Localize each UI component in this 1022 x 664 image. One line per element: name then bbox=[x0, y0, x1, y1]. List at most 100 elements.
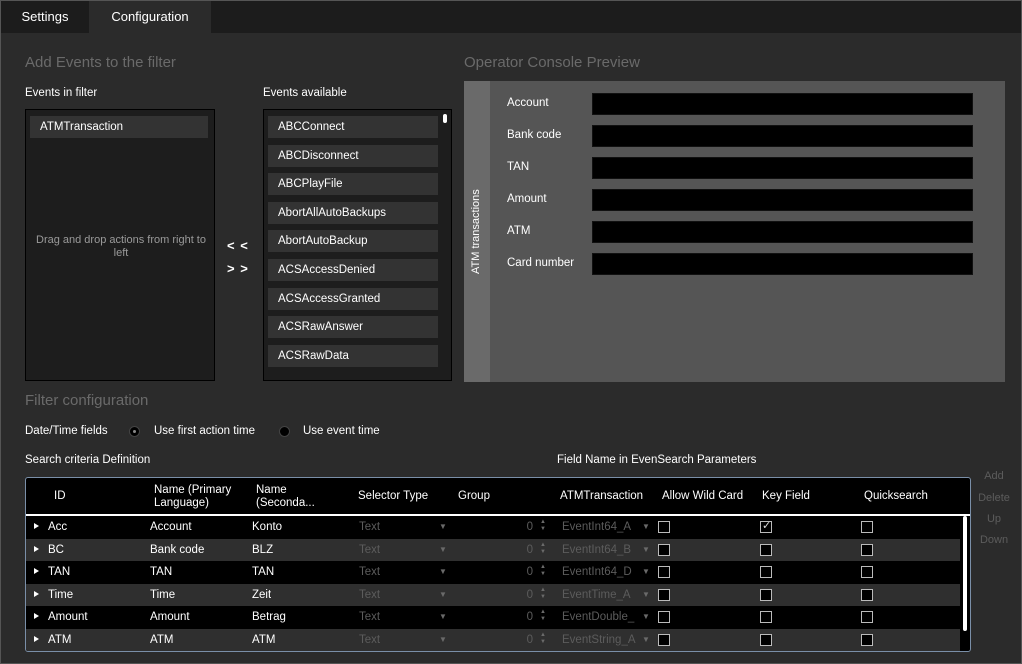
cell-selector-type[interactable]: Text bbox=[359, 539, 380, 561]
chevron-down-icon[interactable]: ▼ bbox=[439, 629, 447, 651]
cell-name-primary[interactable]: Time bbox=[150, 584, 175, 606]
cell-name-secondary[interactable]: Konto bbox=[252, 516, 282, 538]
table-row[interactable]: Time Time Zeit Text ▼ 0 ▲ ▼ EventTime_A ▼ bbox=[26, 583, 960, 606]
cell-group[interactable]: 0 bbox=[523, 539, 533, 561]
cell-atm-transaction[interactable]: EventInt64_B bbox=[562, 539, 640, 561]
stepper-icon[interactable]: ▲ ▼ bbox=[540, 542, 546, 556]
cell-selector-type[interactable]: Text bbox=[359, 606, 380, 628]
list-item[interactable]: ABCConnect bbox=[268, 116, 438, 138]
cell-atm-transaction[interactable]: EventInt64_D bbox=[562, 561, 640, 583]
list-item[interactable]: AbortAllAutoBackups bbox=[268, 201, 438, 224]
stepper-icon[interactable]: ▲ ▼ bbox=[540, 564, 546, 578]
chevron-down-icon[interactable]: ▼ bbox=[439, 584, 447, 606]
column-quicksearch[interactable]: Quicksearch bbox=[864, 490, 928, 503]
chevron-down-icon[interactable]: ▼ bbox=[642, 516, 650, 538]
atm-transactions-tab[interactable]: ATM transactions bbox=[464, 81, 490, 382]
expand-row-icon[interactable] bbox=[34, 590, 39, 597]
grid-scrollbar[interactable] bbox=[962, 516, 968, 634]
quicksearch-checkbox[interactable] bbox=[861, 611, 873, 623]
expand-row-icon[interactable] bbox=[34, 545, 39, 552]
cell-name-primary[interactable]: Amount bbox=[150, 606, 190, 628]
preview-field-input[interactable] bbox=[592, 125, 973, 147]
column-name-secondary[interactable]: Name (Seconda... bbox=[256, 484, 326, 510]
allow-wild-card-checkbox[interactable] bbox=[658, 611, 670, 623]
chevron-down-icon[interactable]: ▼ bbox=[439, 516, 447, 538]
column-atm-transaction[interactable]: ATMTransaction bbox=[560, 490, 643, 503]
preview-field-input[interactable] bbox=[592, 221, 973, 243]
column-key-field[interactable]: Key Field bbox=[762, 490, 810, 503]
list-item[interactable]: ATMTransaction bbox=[30, 116, 208, 138]
cell-group[interactable]: 0 bbox=[523, 561, 533, 583]
chevron-down-icon[interactable]: ▼ bbox=[642, 629, 650, 651]
list-item[interactable]: ACSAccessGranted bbox=[268, 287, 438, 310]
preview-field-input[interactable] bbox=[592, 157, 973, 179]
up-button[interactable]: Up bbox=[973, 513, 1015, 525]
cell-atm-transaction[interactable]: EventString_A bbox=[562, 629, 640, 651]
cell-atm-transaction[interactable]: EventTime_A bbox=[562, 584, 640, 606]
events-available-list[interactable]: ABCConnect ABCDisconnect ABCPlayFile AbortA… bbox=[263, 109, 452, 381]
column-allow-wild-card[interactable]: Allow Wild Card bbox=[662, 490, 743, 503]
quicksearch-checkbox[interactable] bbox=[861, 566, 873, 578]
cell-name-secondary[interactable]: ATM bbox=[252, 629, 275, 651]
radio-first-action-time[interactable] bbox=[129, 426, 140, 437]
key-field-checkbox[interactable] bbox=[760, 611, 772, 623]
list-scrollbar[interactable] bbox=[443, 114, 447, 123]
expand-row-icon[interactable] bbox=[34, 523, 39, 529]
quicksearch-checkbox[interactable] bbox=[861, 521, 873, 533]
add-button[interactable]: Add bbox=[973, 470, 1015, 482]
table-row[interactable]: BC Bank code BLZ Text ▼ 0 ▲ ▼ EventInt64_B ▼ bbox=[26, 538, 960, 561]
move-right-button[interactable]: > > bbox=[227, 261, 249, 276]
key-field-checkbox[interactable] bbox=[760, 519, 772, 533]
key-field-checkbox[interactable] bbox=[760, 588, 772, 601]
expand-row-icon[interactable] bbox=[34, 635, 39, 642]
chevron-down-icon[interactable]: ▼ bbox=[642, 539, 650, 561]
events-in-filter-list[interactable]: ATMTransaction Drag and drop actions fro… bbox=[25, 109, 215, 381]
cell-atm-transaction[interactable]: EventInt64_A bbox=[562, 516, 640, 538]
column-selector-type[interactable]: Selector Type bbox=[358, 490, 428, 503]
preview-field-input[interactable] bbox=[592, 93, 973, 115]
quicksearch-checkbox[interactable] bbox=[861, 588, 873, 601]
cell-selector-type[interactable]: Text bbox=[359, 561, 380, 583]
list-item[interactable]: ACSRawAnswer bbox=[268, 316, 438, 339]
list-item[interactable]: ACSAccessDenied bbox=[268, 259, 438, 281]
key-field-checkbox[interactable] bbox=[760, 543, 772, 556]
column-id[interactable]: ID bbox=[54, 490, 66, 503]
allow-wild-card-checkbox[interactable] bbox=[658, 566, 670, 578]
stepper-icon[interactable]: ▲ ▼ bbox=[540, 587, 546, 601]
cell-name-secondary[interactable]: Betrag bbox=[252, 606, 286, 628]
cell-group[interactable]: 0 bbox=[523, 516, 533, 538]
cell-group[interactable]: 0 bbox=[523, 606, 533, 628]
grid-scrollbar-thumb[interactable] bbox=[963, 516, 967, 631]
cell-name-primary[interactable]: Bank code bbox=[150, 539, 204, 561]
cell-name-primary[interactable]: Account bbox=[150, 516, 192, 538]
key-field-checkbox[interactable] bbox=[760, 566, 772, 578]
cell-atm-transaction[interactable]: EventDouble_ bbox=[562, 606, 640, 628]
delete-button[interactable]: Delete bbox=[973, 492, 1015, 504]
cell-selector-type[interactable]: Text bbox=[359, 584, 380, 606]
column-group[interactable]: Group bbox=[458, 490, 490, 503]
key-field-checkbox[interactable] bbox=[760, 633, 772, 646]
preview-field-input[interactable] bbox=[592, 253, 973, 275]
allow-wild-card-checkbox[interactable] bbox=[658, 543, 670, 556]
allow-wild-card-checkbox[interactable] bbox=[658, 588, 670, 601]
chevron-down-icon[interactable]: ▼ bbox=[439, 561, 447, 583]
chevron-down-icon[interactable]: ▼ bbox=[439, 606, 447, 628]
cell-group[interactable]: 0 bbox=[523, 584, 533, 606]
cell-selector-type[interactable]: Text bbox=[359, 516, 380, 538]
move-left-button[interactable]: < < bbox=[227, 238, 249, 253]
quicksearch-checkbox[interactable] bbox=[861, 543, 873, 556]
preview-field-input[interactable] bbox=[592, 189, 973, 211]
chevron-down-icon[interactable]: ▼ bbox=[439, 539, 447, 561]
down-button[interactable]: Down bbox=[973, 534, 1015, 546]
table-row[interactable]: TAN TAN TAN Text ▼ 0 ▲ ▼ EventInt64_D ▼ bbox=[26, 561, 960, 583]
stepper-icon[interactable]: ▲ ▼ bbox=[540, 609, 546, 623]
table-row[interactable]: ATM ATM ATM Text ▼ 0 ▲ ▼ EventString_A ▼ bbox=[26, 628, 960, 651]
chevron-down-icon[interactable]: ▼ bbox=[642, 606, 650, 628]
table-row[interactable]: Amount Amount Betrag Text ▼ 0 ▲ ▼ EventDouble_ ▼ bbox=[26, 606, 960, 628]
expand-row-icon[interactable] bbox=[34, 568, 39, 574]
cell-name-primary[interactable]: TAN bbox=[150, 561, 172, 583]
list-item[interactable]: ACSRawData bbox=[268, 344, 438, 367]
cell-name-primary[interactable]: ATM bbox=[150, 629, 173, 651]
stepper-icon[interactable]: ▲ ▼ bbox=[540, 519, 546, 533]
radio-event-time[interactable] bbox=[279, 426, 290, 437]
